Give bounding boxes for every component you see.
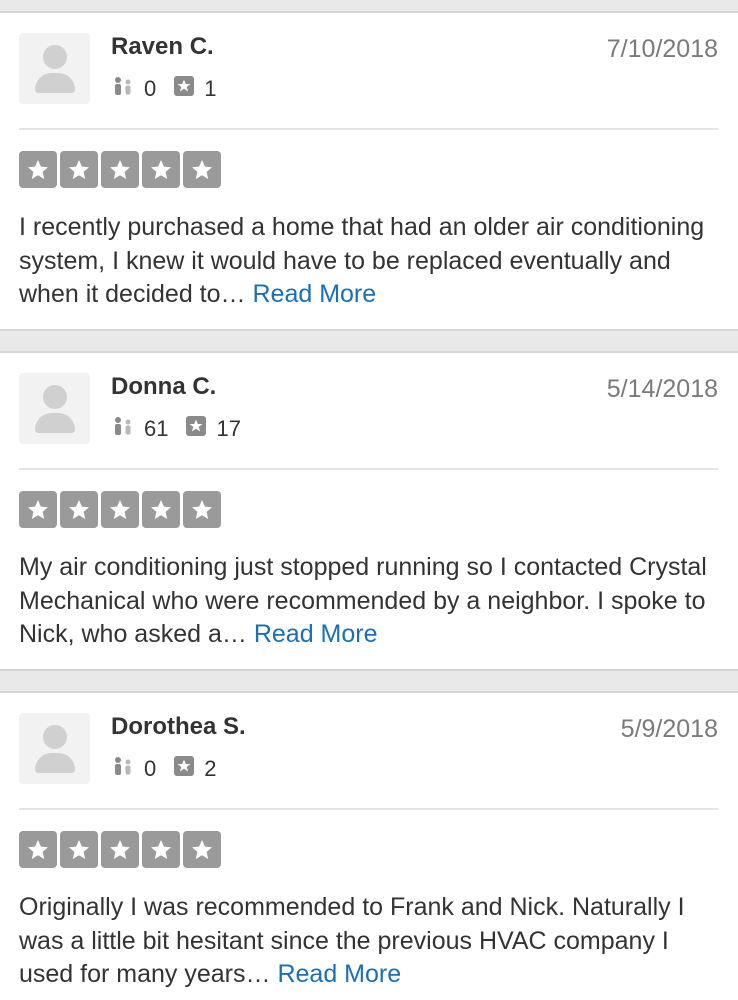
review-count: 17 [216, 416, 241, 441]
reviewer-stats: 0 2 [112, 756, 235, 782]
divider [19, 128, 718, 130]
avatar-head [43, 725, 67, 749]
review-card: Dorothea S. 5/9/2018 0 2 Originally I wa… [0, 691, 738, 1000]
avatar[interactable] [19, 33, 90, 104]
review-feed: Raven C. 7/10/2018 0 1 I recently purcha… [0, 0, 738, 1000]
avatar-head [43, 45, 67, 69]
avatar-body [35, 413, 75, 433]
review-count: 2 [204, 756, 217, 781]
star-icon [142, 151, 180, 188]
friends-count: 0 [144, 76, 157, 101]
star-icon [183, 491, 221, 528]
star-icon [19, 831, 57, 868]
friends-icon [112, 416, 134, 442]
reviewer-stats: 0 1 [112, 76, 235, 102]
friends-count: 61 [144, 416, 169, 441]
reviewer-stats: 61 17 [112, 416, 259, 442]
review-count: 1 [204, 76, 217, 101]
avatar-head [43, 385, 67, 409]
divider [19, 468, 718, 470]
review-date: 5/14/2018 [606, 375, 718, 403]
review-text: My air conditioning just stopped running… [19, 551, 718, 652]
star-icon [19, 151, 57, 188]
star-icon [19, 491, 57, 528]
star-icon [60, 151, 98, 188]
star-rating [19, 491, 221, 528]
read-more-link[interactable]: Read More [254, 620, 378, 648]
avatar[interactable] [19, 713, 90, 784]
review-card: Donna C. 5/14/2018 61 17 My air conditio… [0, 351, 738, 671]
star-icon [60, 831, 98, 868]
reviewer-name[interactable]: Dorothea S. [111, 713, 246, 741]
avatar-body [35, 73, 75, 93]
star-icon [60, 491, 98, 528]
avatar[interactable] [19, 373, 90, 444]
review-date: 5/9/2018 [620, 715, 718, 743]
reviewer-name[interactable]: Raven C. [111, 33, 214, 61]
star-icon [101, 151, 139, 188]
review-count-icon [174, 76, 195, 102]
star-rating [19, 151, 221, 188]
read-more-link[interactable]: Read More [252, 280, 376, 308]
star-icon [142, 831, 180, 868]
friends-count: 0 [144, 756, 157, 781]
read-more-link[interactable]: Read More [277, 960, 401, 988]
friends-icon [112, 756, 134, 782]
divider [19, 808, 718, 810]
star-icon [183, 831, 221, 868]
review-count-icon [174, 756, 195, 782]
star-rating [19, 831, 221, 868]
review-text: I recently purchased a home that had an … [19, 211, 718, 312]
reviewer-name[interactable]: Donna C. [111, 373, 216, 401]
avatar-body [35, 753, 75, 773]
star-icon [142, 491, 180, 528]
star-icon [101, 491, 139, 528]
review-count-icon [186, 416, 207, 442]
review-card: Raven C. 7/10/2018 0 1 I recently purcha… [0, 11, 738, 331]
friends-icon [112, 76, 134, 102]
star-icon [183, 151, 221, 188]
review-date: 7/10/2018 [606, 35, 718, 63]
star-icon [101, 831, 139, 868]
review-text: Originally I was recommended to Frank an… [19, 891, 718, 992]
